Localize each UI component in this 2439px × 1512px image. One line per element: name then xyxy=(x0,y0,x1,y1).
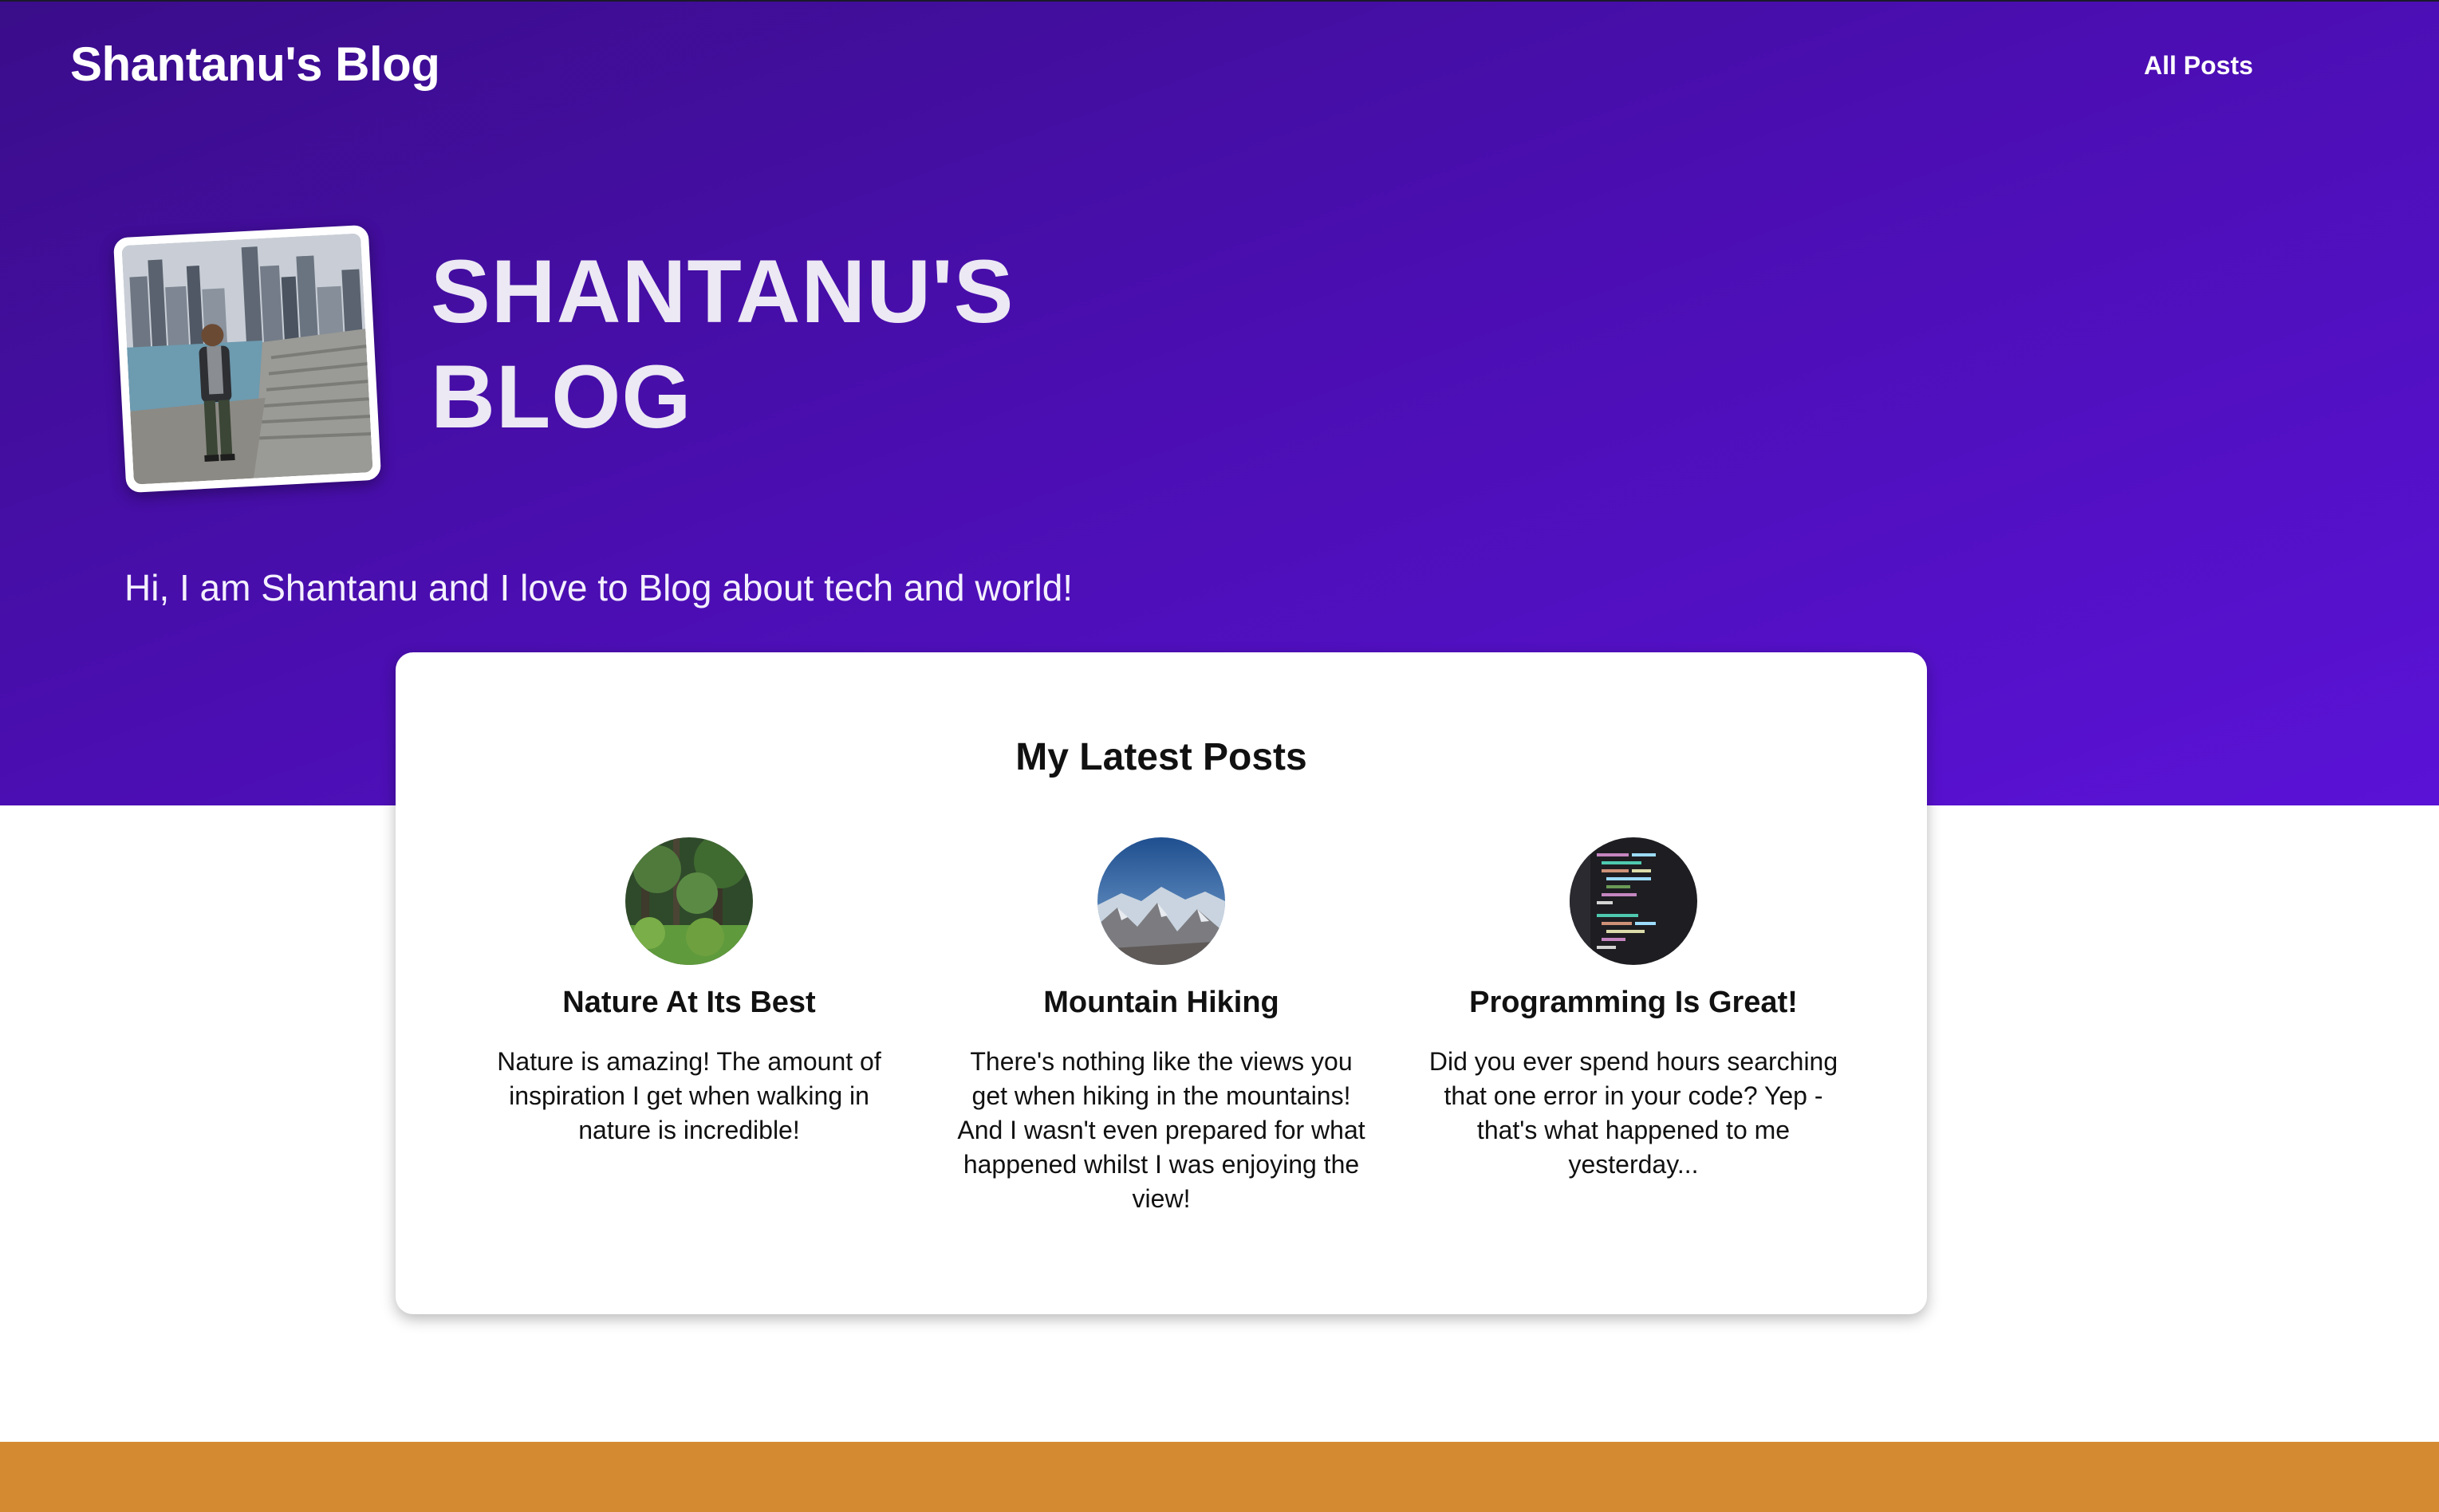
latest-posts-card: My Latest Posts Nature At Its Best Natur… xyxy=(396,652,1927,1314)
code-thumbnail-icon[interactable] xyxy=(1570,837,1697,965)
hero-heading: SHANTANU'S BLOG xyxy=(431,239,1149,450)
post-excerpt: There's nothing like the views you get w… xyxy=(957,1047,1365,1213)
profile-photo xyxy=(121,233,373,485)
nav-all-posts-link[interactable]: All Posts xyxy=(2144,51,2253,81)
post-card-mountain[interactable]: Mountain Hiking There's nothing like the… xyxy=(938,837,1385,1216)
post-title[interactable]: Nature At Its Best xyxy=(466,982,912,1022)
post-card-nature[interactable]: Nature At Its Best Nature is amazing! Th… xyxy=(466,837,912,1148)
footer-bar xyxy=(0,1442,2439,1512)
post-excerpt: Nature is amazing! The amount of inspira… xyxy=(497,1047,881,1144)
latest-posts-heading: My Latest Posts xyxy=(1015,736,1307,778)
hero-tagline: Hi, I am Shantanu and I love to Blog abo… xyxy=(124,567,1074,608)
site-title[interactable]: Shantanu's Blog xyxy=(70,37,440,92)
post-title[interactable]: Programming Is Great! xyxy=(1410,982,1857,1022)
hero-heading-line2: BLOG xyxy=(431,347,692,447)
forest-thumbnail-icon[interactable] xyxy=(625,837,753,965)
mountain-thumbnail-icon[interactable] xyxy=(1097,837,1225,965)
post-excerpt: Did you ever spend hours searching that … xyxy=(1428,1047,1838,1179)
hero-heading-line1: SHANTANU'S xyxy=(431,242,1015,341)
post-title[interactable]: Mountain Hiking xyxy=(938,982,1385,1022)
avatar xyxy=(112,224,382,494)
post-card-programming[interactable]: Programming Is Great! Did you ever spend… xyxy=(1410,837,1857,1182)
